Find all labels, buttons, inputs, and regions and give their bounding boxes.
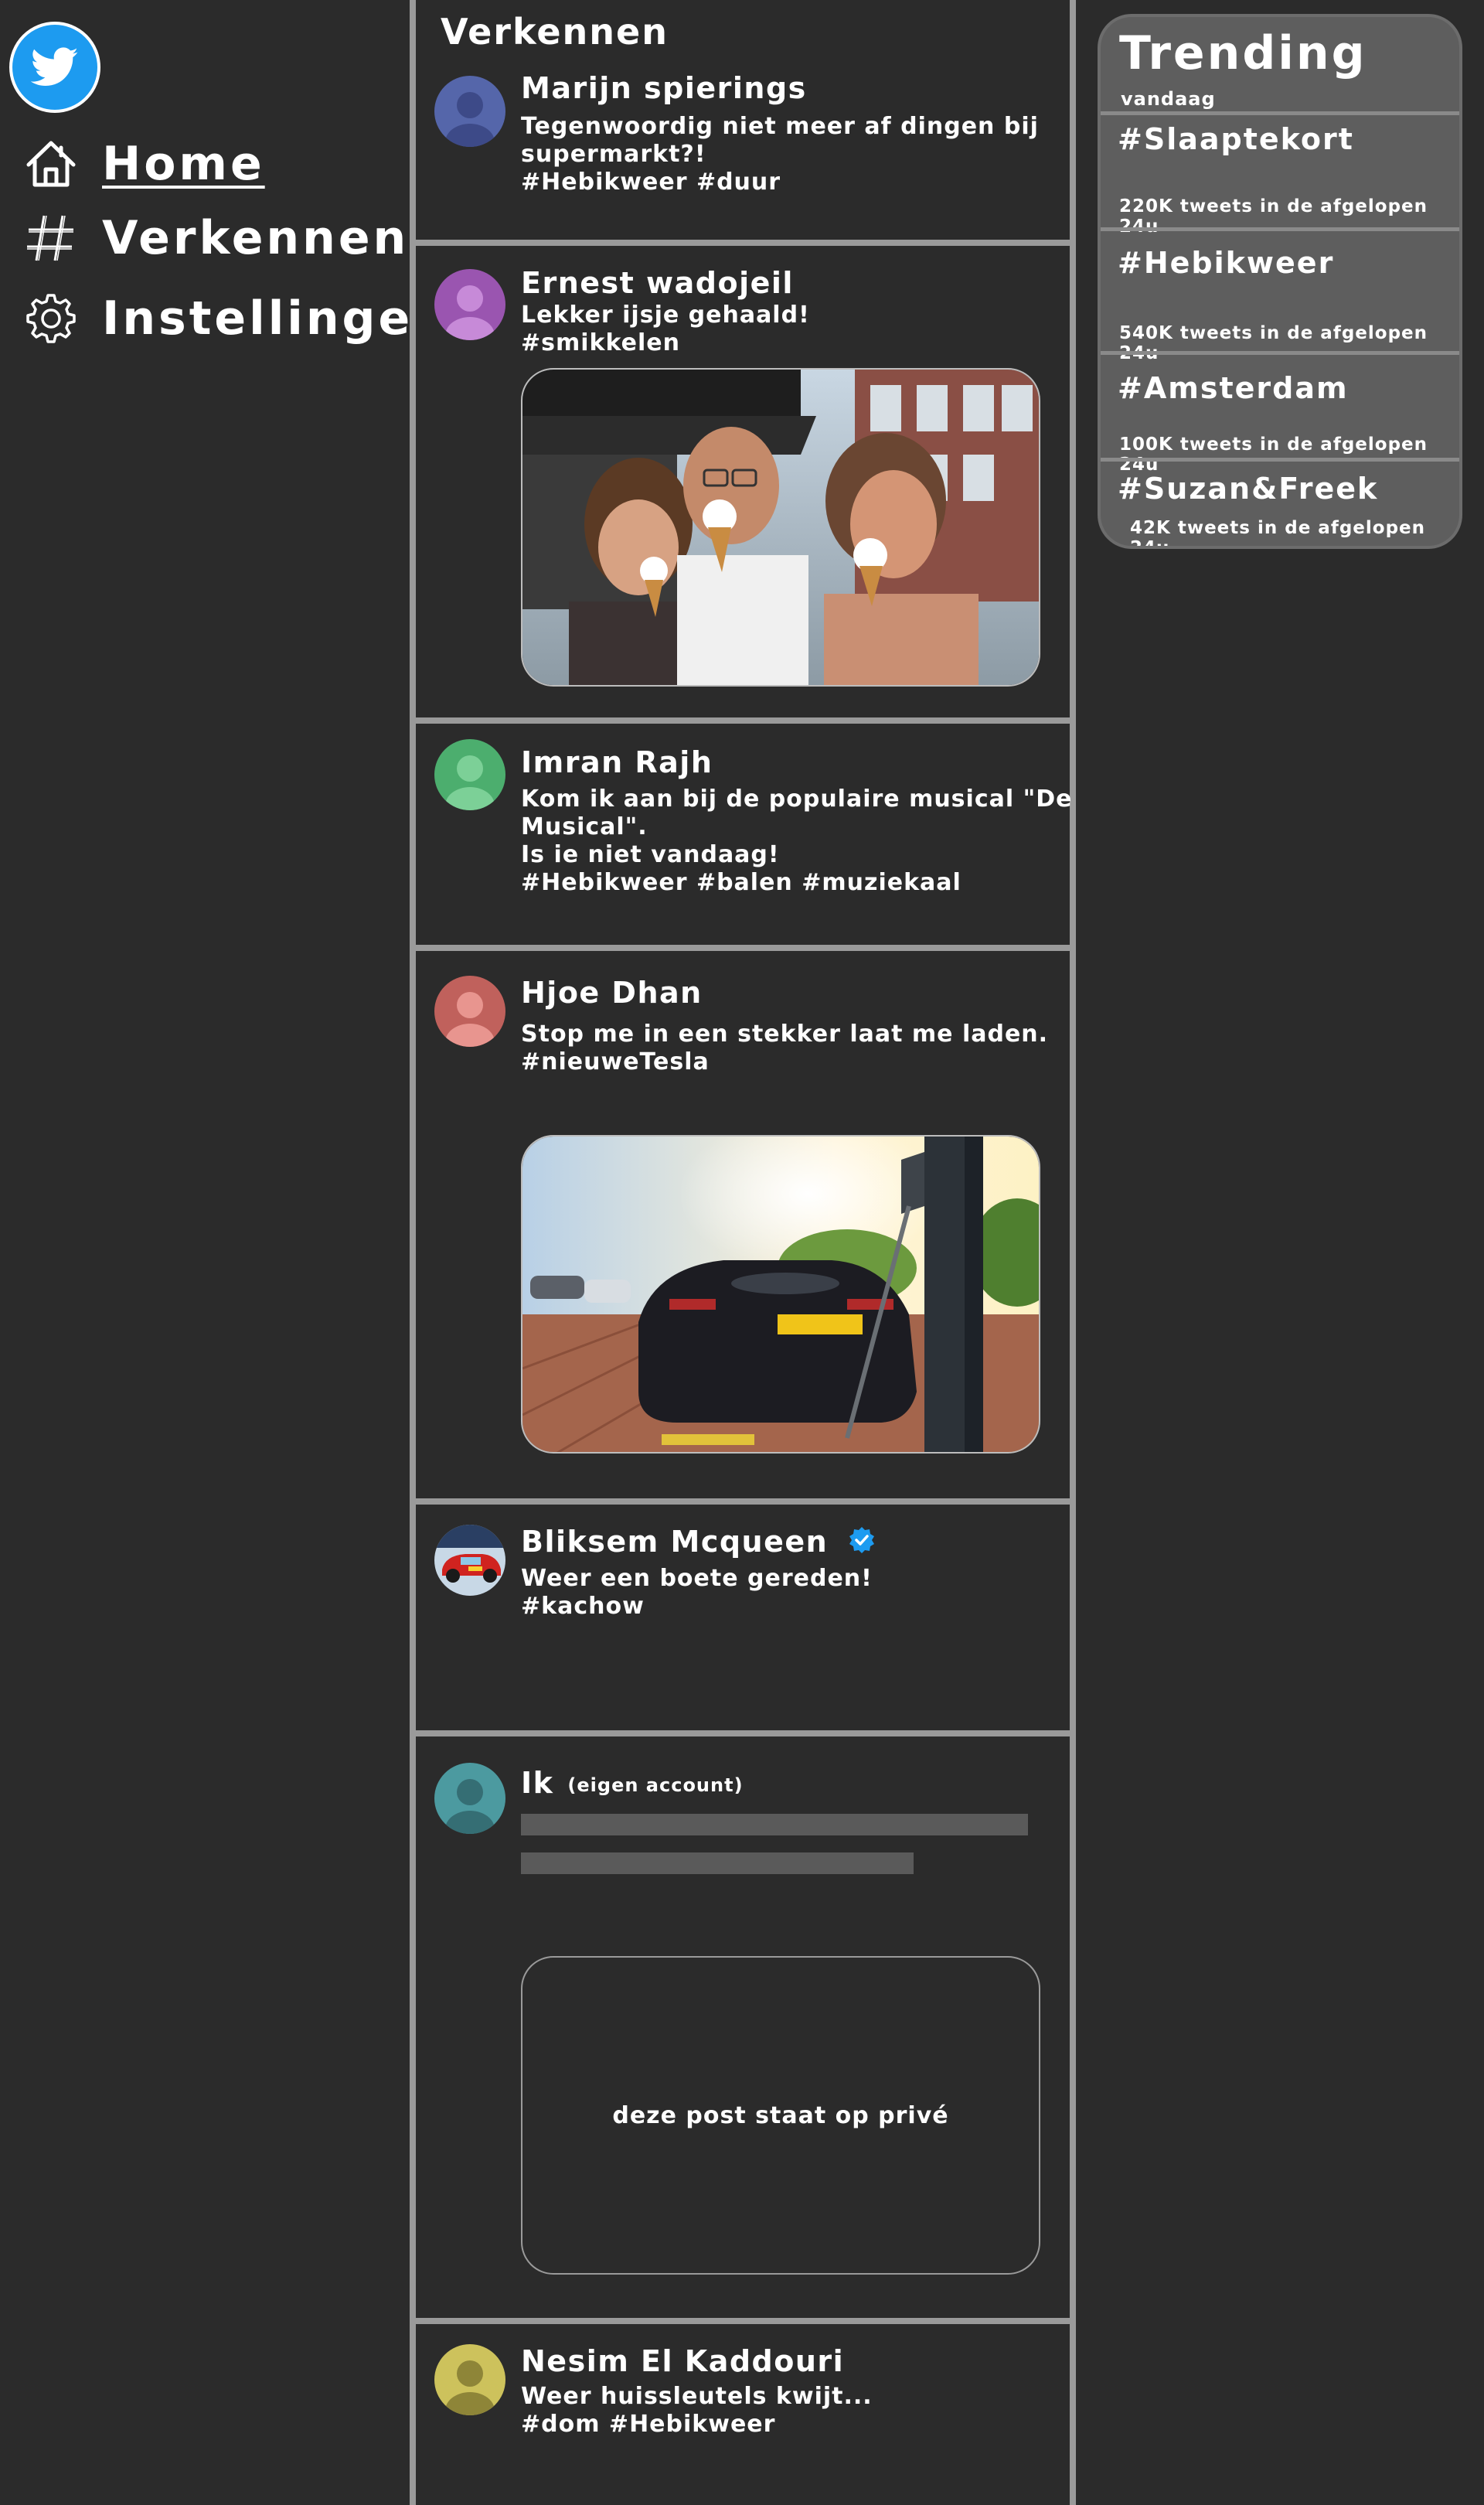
private-post-label: deze post staat op privé [612,2101,949,2129]
post-text-line: #nieuweTesla [521,1048,710,1075]
race-car-avatar[interactable] [434,1525,505,1596]
divider [1101,111,1459,115]
post-marijn-spierings[interactable]: Verkennen Marijn spierings Tegenwoordig … [416,0,1070,246]
avatar[interactable] [434,76,505,147]
trend-count: 540K tweets in de afgelopen 24u [1119,323,1428,363]
post-text-line: Is ie niet vandaag! [521,841,780,868]
divider [1101,227,1459,231]
placeholder-bar [521,1814,1028,1835]
post-author-name: Bliksem Mcqueen [521,1525,829,1559]
sidebar: Home Verkennen Instellingen [0,0,446,2505]
post-ernest-wadojeil[interactable]: Ernest wadojeil Lekker ijsje gehaald! #s… [416,246,1070,724]
account-note: (eigen account) [567,1774,744,1796]
twitter-bird-icon[interactable] [9,22,100,113]
post-nesim-el-kaddouri[interactable]: Nesim El Kaddouri Weer huissleutels kwij… [416,2324,1070,2505]
avatar[interactable] [434,2344,505,2415]
post-imran-rajh[interactable]: Imran Rajh Kom ik aan bij de populaire m… [416,724,1073,951]
nav-label-instellingen: Instellingen [102,291,449,346]
trending-subtitle: vandaag [1121,88,1216,110]
nav-label-verkennen: Verkennen [102,211,410,265]
post-text-line: #Hebikweer #balen #muziekaal [521,869,962,896]
post-author[interactable]: Ernest wadojeil [521,266,794,300]
post-text-line: Lekker ijsje gehaald! [521,302,810,329]
photo-ice-cream-family[interactable] [521,368,1040,687]
divider [1101,458,1459,462]
page-title: Verkennen [441,11,669,53]
post-author[interactable]: Nesim El Kaddouri [521,2344,844,2378]
trend-item-amsterdam[interactable]: #Amsterdam [1118,371,1349,405]
verified-badge-icon [847,1525,876,1562]
post-author[interactable]: Imran Rajh [521,745,713,779]
post-text: Lekker ijsje gehaald! #smikkelen [521,302,1031,357]
gear-icon [23,291,79,346]
nav-item-home[interactable]: Home [23,133,265,195]
post-text-line: supermarkt?! [521,141,706,168]
post-author[interactable]: Ik (eigen account) [521,1766,744,1800]
post-text: Weer huissleutels kwijt... #dom #Hebikwe… [521,2383,1031,2439]
post-hjoe-dhan[interactable]: Hjoe Dhan Stop me in een stekker laat me… [416,951,1070,1505]
post-text-line: #Hebikweer #duur [521,169,781,196]
avatar[interactable] [434,1763,505,1834]
post-text-line: #kachow [521,1593,645,1620]
post-bliksem-mcqueen[interactable]: Bliksem Mcqueen Weer een boete gereden! … [416,1505,1070,1736]
trend-item-hebikweer[interactable]: #Hebikweer [1118,246,1334,280]
post-text-line: #dom #Hebikweer [521,2411,776,2438]
trend-item-suzan-freek[interactable]: #Suzan&Freek [1118,472,1378,506]
feed: Verkennen Marijn spierings Tegenwoordig … [410,0,1076,2505]
nav-label-home: Home [102,137,265,191]
avatar[interactable] [434,976,505,1047]
avatar[interactable] [434,269,505,340]
trending-title: Trending [1119,26,1367,80]
trend-item-slaaptekort[interactable]: #Slaaptekort [1118,122,1354,156]
post-text-line: Tegenwoordig niet meer af dingen bij [521,113,1039,140]
post-text-line: Musical". [521,813,648,840]
post-text: Weer een boete gereden! #kachow [521,1565,1031,1621]
home-icon [23,136,79,192]
trend-count: 100K tweets in de afgelopen 24u [1119,435,1428,475]
post-author[interactable]: Marijn spierings [521,71,807,105]
post-author[interactable]: Bliksem Mcqueen [521,1525,876,1562]
post-text: Stop me in een stekker laat me laden. #n… [521,1021,1049,1076]
post-text-line: Stop me in een stekker laat me laden. [521,1021,1049,1048]
private-post-box: deze post staat op privé [521,1956,1040,2275]
photo-tesla-charging[interactable] [521,1135,1040,1454]
nav-item-verkennen[interactable]: Verkennen [23,207,409,269]
placeholder-bar [521,1852,914,1874]
post-ik[interactable]: Ik (eigen account) deze post staat op pri… [416,1736,1070,2324]
post-text: Kom ik aan bij de populaire musical "De … [521,786,1073,897]
post-text-line: #smikkelen [521,329,680,356]
post-text-line: Weer een boete gereden! [521,1565,873,1592]
trend-count: 42K tweets in de afgelopen 24u [1130,518,1426,549]
avatar[interactable] [434,739,505,810]
post-text-line: Weer huissleutels kwijt... [521,2383,873,2410]
post-author[interactable]: Hjoe Dhan [521,976,703,1010]
post-author-name: Ik [521,1766,554,1800]
hashtag-icon [23,210,79,266]
divider [1101,351,1459,355]
post-text: Tegenwoordig niet meer af dingen bij sup… [521,113,1039,196]
nav-item-instellingen[interactable]: Instellingen [23,288,449,349]
post-text-line: Kom ik aan bij de populaire musical "De [521,786,1073,813]
trending-panel: Trending vandaag #Slaaptekort 220K tweet… [1098,14,1462,549]
